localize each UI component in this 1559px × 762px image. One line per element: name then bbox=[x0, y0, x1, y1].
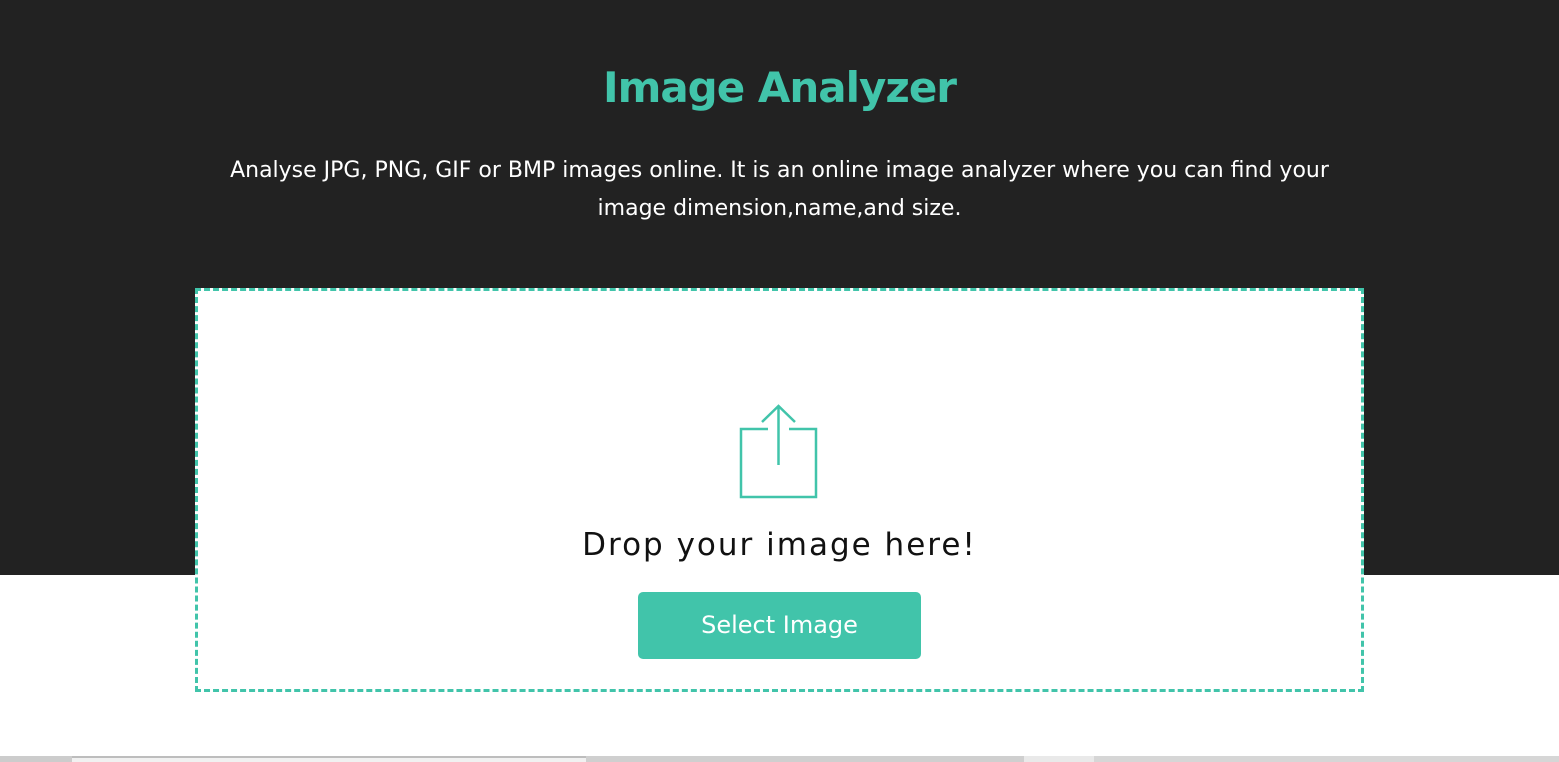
scrollbar-track-segment bbox=[0, 756, 72, 762]
scrollbar-track-segment bbox=[586, 756, 1024, 762]
horizontal-scrollbar[interactable] bbox=[0, 756, 1559, 762]
select-image-button[interactable]: Select Image bbox=[638, 592, 921, 659]
upload-icon bbox=[739, 404, 818, 499]
page-description: Analyse JPG, PNG, GIF or BMP images onli… bbox=[230, 158, 1329, 221]
page: Image Analyzer Analyse JPG, PNG, GIF or … bbox=[0, 0, 1559, 762]
scrollbar-thumb[interactable] bbox=[72, 756, 586, 762]
scrollbar-track-segment bbox=[1024, 756, 1094, 762]
drop-prompt: Drop your image here! bbox=[582, 527, 977, 563]
scrollbar-track-segment bbox=[1094, 756, 1559, 762]
page-title: Image Analyzer bbox=[602, 63, 957, 112]
image-dropzone[interactable]: Drop your image here! Select Image bbox=[195, 288, 1364, 692]
